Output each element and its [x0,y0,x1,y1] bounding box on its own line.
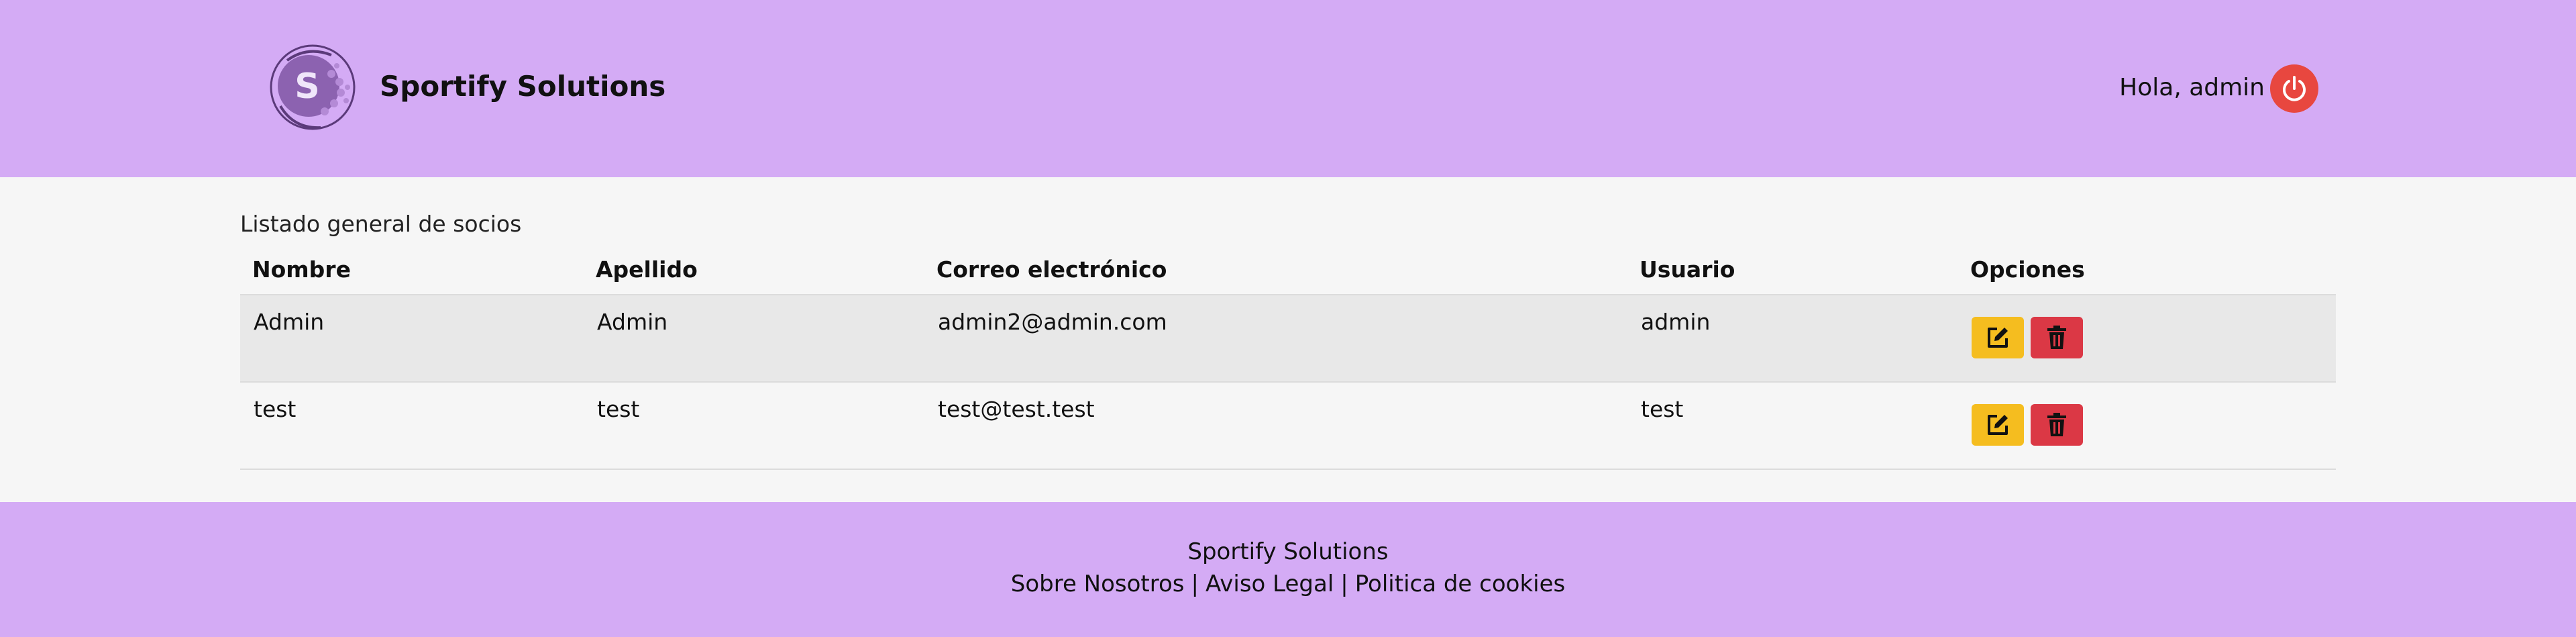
footer-separator: | [1191,571,1199,597]
delete-button[interactable] [2031,317,2083,358]
column-header-correo: Correo electrónico [924,244,1627,295]
user-greeting: Hola, admin [2119,74,2265,101]
column-header-apellido: Apellido [584,244,924,295]
cell-nombre: Admin [240,295,584,383]
table-header-row: Nombre Apellido Correo electrónico Usuar… [240,244,2336,295]
table-row: Admin Admin admin2@admin.com admin [240,295,2336,383]
cell-apellido: test [584,382,924,470]
site-header: S Sportify Solutions Hola, admin [0,0,2576,177]
site-footer: Sportify Solutions Sobre Nosotros | Aviso … [0,502,2576,637]
page-title: Listado general de socios [240,211,522,237]
cell-correo: admin2@admin.com [924,295,1627,383]
edit-button[interactable] [1972,317,2024,358]
table-row: test test test@test.test test [240,382,2336,470]
cell-usuario: admin [1627,295,1958,383]
column-header-opciones: Opciones [1958,244,2336,295]
sportify-logo-icon[interactable]: S [267,42,358,133]
footer-separator: | [1340,571,1348,597]
logout-button[interactable] [2270,64,2318,113]
brand-name: Sportify Solutions [380,70,666,103]
footer-link-sobre-nosotros[interactable]: Sobre Nosotros [1011,571,1185,597]
cell-correo: test@test.test [924,382,1627,470]
cell-nombre: test [240,382,584,470]
svg-text:S: S [294,66,319,107]
trash-icon [2047,326,2066,349]
footer-link-cookies[interactable]: Politica de cookies [1355,571,1565,597]
members-section: Listado general de socios Nombre Apellid… [0,177,2576,502]
cell-apellido: Admin [584,295,924,383]
cell-opciones [1958,295,2336,383]
edit-icon [1988,328,2008,348]
column-header-usuario: Usuario [1627,244,1958,295]
edit-icon [1988,415,2008,435]
delete-button[interactable] [2031,404,2083,446]
trash-icon [2047,413,2066,436]
cell-opciones [1958,382,2336,470]
members-table: Nombre Apellido Correo electrónico Usuar… [240,244,2336,470]
column-header-nombre: Nombre [240,244,584,295]
edit-button[interactable] [1972,404,2024,446]
power-icon [2283,76,2306,101]
footer-link-aviso-legal[interactable]: Aviso Legal [1205,571,1334,597]
footer-brand: Sportify Solutions [1187,538,1389,565]
cell-usuario: test [1627,382,1958,470]
footer-links: Sobre Nosotros | Aviso Legal | Politica de c… [0,571,2576,597]
